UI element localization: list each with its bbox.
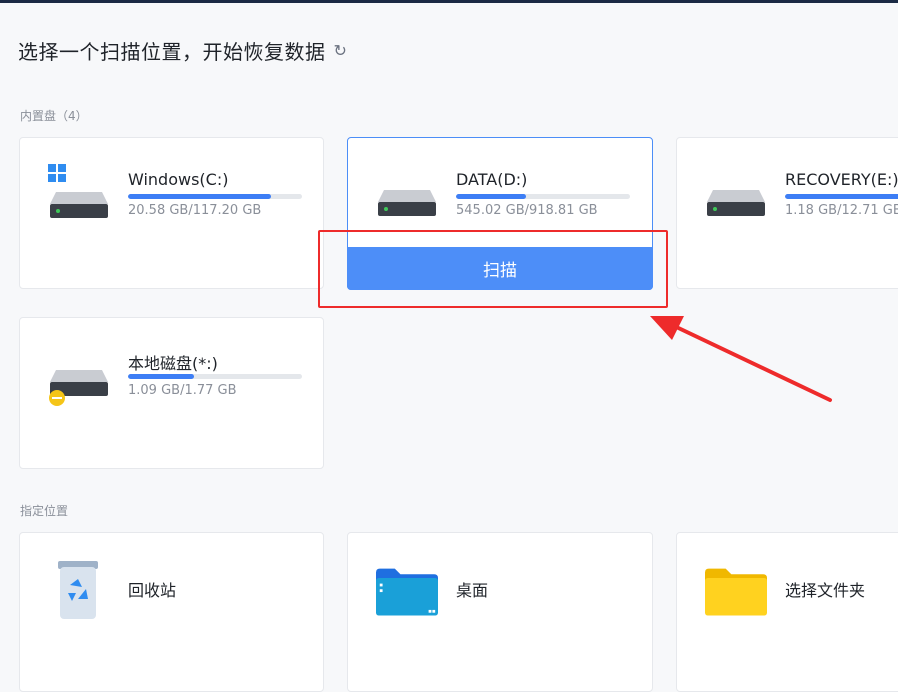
usage-bar <box>128 194 302 199</box>
top-bar <box>0 0 898 3</box>
drive-size: 1.09 GB/1.77 GB <box>128 383 237 398</box>
drive-card-c[interactable]: Windows(C:) 20.58 GB/117.20 GB <box>19 137 324 289</box>
desktop-folder-icon <box>376 568 438 616</box>
windows-drive-icon <box>48 164 108 218</box>
hard-drive-icon <box>707 190 765 216</box>
usage-bar <box>456 194 630 199</box>
location-card-choose-folder[interactable]: 选择文件夹 <box>676 532 898 692</box>
internal-disks-label: 内置盘（4） <box>20 109 88 123</box>
usage-bar-fill <box>456 194 526 199</box>
location-card-recycle-bin[interactable]: 回收站 <box>19 532 324 692</box>
folder-icon <box>705 568 767 616</box>
drive-size: 20.58 GB/117.20 GB <box>128 203 262 218</box>
arrow-annotation <box>650 316 832 402</box>
page-title: 选择一个扫描位置，开始恢复数据 ↻ <box>18 36 347 65</box>
specified-locations-label: 指定位置 <box>20 504 69 518</box>
usage-bar <box>785 194 898 199</box>
drive-name: DATA(D:) <box>456 170 528 189</box>
hard-drive-warning-icon <box>49 370 108 406</box>
usage-bar-fill <box>128 374 195 379</box>
location-card-desktop[interactable]: 桌面 <box>347 532 653 692</box>
recycle-bin-icon <box>58 561 98 619</box>
drive-size: 545.02 GB/918.81 GB <box>456 203 598 218</box>
drive-name: Windows(C:) <box>128 170 229 189</box>
drive-card-local[interactable]: 本地磁盘(*:) 1.09 GB/1.77 GB <box>19 317 324 469</box>
drive-name: 本地磁盘(*:) <box>128 354 218 373</box>
refresh-icon[interactable]: ↻ <box>334 41 348 60</box>
location-name: 选择文件夹 <box>785 581 866 600</box>
drive-size: 1.18 GB/12.71 GB <box>785 203 898 218</box>
hard-drive-icon <box>378 190 436 216</box>
page-title-text: 选择一个扫描位置，开始恢复数据 <box>18 40 326 64</box>
location-name: 回收站 <box>128 581 177 600</box>
drive-card-e[interactable]: RECOVERY(E:) 1.18 GB/12.71 GB <box>676 137 898 289</box>
location-name: 桌面 <box>456 581 489 600</box>
usage-bar-fill <box>128 194 271 199</box>
drive-name: RECOVERY(E:) <box>785 170 898 189</box>
usage-bar-fill <box>785 194 898 199</box>
usage-bar <box>128 374 302 379</box>
scan-button[interactable]: 扫描 <box>347 247 653 290</box>
